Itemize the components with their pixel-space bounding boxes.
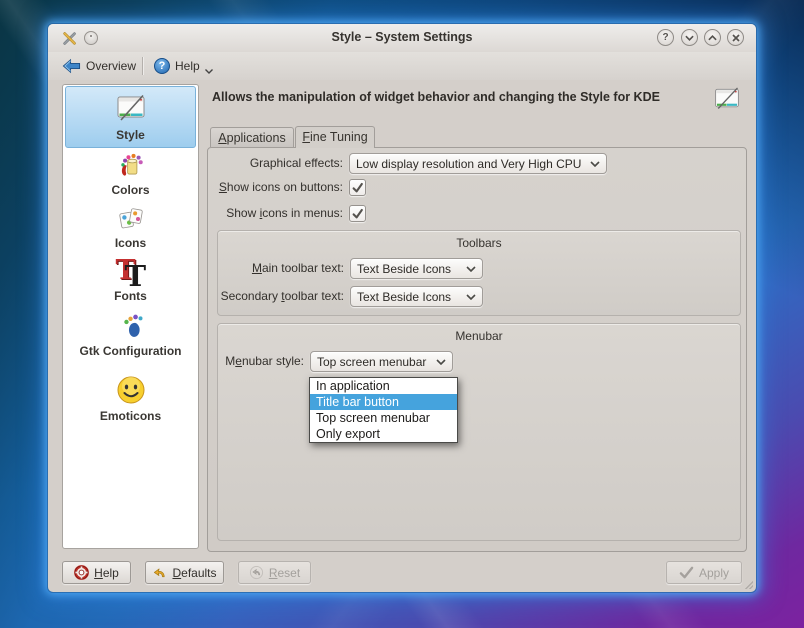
help-menu-button[interactable]: ? Help [148, 55, 219, 77]
tab-applications[interactable]: Applications [210, 127, 294, 147]
gnome-foot-icon [123, 314, 143, 337]
dropdown-item-title-bar-button[interactable]: Title bar button [310, 394, 457, 410]
icons-in-menus-checkbox[interactable] [349, 205, 366, 222]
reset-button[interactable]: Reset [238, 561, 311, 584]
undo-arrow-icon [249, 565, 263, 580]
chevron-down-icon [466, 265, 476, 272]
sidebar-item-label: Icons [114, 236, 147, 250]
menubar-style-dropdown-popup: In application Title bar button Top scre… [309, 377, 458, 443]
help-button-label: Help [94, 565, 119, 580]
icons-on-buttons-checkbox[interactable] [349, 179, 366, 196]
window-help-button[interactable]: ? [657, 29, 674, 46]
sidebar-item-label: Emoticons [99, 408, 162, 423]
dropdown-item-only-export[interactable]: Only export [310, 426, 457, 442]
window-title: Style – System Settings [331, 30, 473, 44]
chevron-down-icon [466, 293, 476, 300]
style-icon [117, 94, 144, 121]
sidebar-item-icons[interactable]: Icons [65, 202, 196, 254]
help-icon: ? [154, 58, 170, 74]
chevron-down-icon [436, 358, 446, 365]
overview-label: Overview [86, 59, 137, 73]
help-button[interactable]: Help [62, 561, 131, 584]
window-minimize-button[interactable] [681, 29, 698, 46]
defaults-button[interactable]: Defaults [145, 561, 224, 584]
main-toolbar-text-combobox[interactable]: Text Beside Icons [350, 258, 483, 279]
chevron-down-icon [204, 68, 213, 74]
system-settings-window: Style – System Settings ? Overview ? Hel… [48, 24, 756, 592]
sidebar-item-fonts[interactable]: TT Fonts [65, 255, 196, 307]
toolbar-separator [142, 57, 143, 75]
module-description: Allows the manipulation of widget behavi… [212, 90, 660, 104]
overview-button[interactable]: Overview [56, 55, 142, 77]
menubar-group-title: Menubar [455, 329, 503, 343]
category-sidebar: Style Colors Icons T T Fonts Gtk Configu… [62, 84, 199, 549]
sidebar-item-colors[interactable]: Colors [65, 149, 196, 201]
checkmark-icon [679, 566, 694, 579]
menubar-style-label: Menubar style: [225, 354, 304, 368]
checkmark-icon [352, 182, 363, 193]
fonts-icon: TT [115, 255, 147, 293]
graphical-effects-label: Graphical effects: [249, 156, 343, 170]
sidebar-item-label: Colors [111, 183, 150, 197]
lifebuoy-icon [74, 565, 90, 580]
icons-icon [118, 208, 143, 229]
toolbar: Overview ? Help [48, 52, 756, 80]
chevron-up-icon [708, 34, 717, 40]
menubar-groupbox: Menubar Menubar style: Top screen menuba… [217, 323, 741, 541]
smiley-icon [117, 376, 144, 403]
titlebar[interactable]: Style – System Settings ? [48, 24, 756, 52]
menubar-style-combobox[interactable]: Top screen menubar [310, 351, 453, 372]
undo-arrow-icon [154, 568, 166, 578]
main-toolbar-text-label: Main toolbar text: [251, 261, 344, 275]
defaults-button-label: Defaults [172, 565, 217, 580]
help-menu-label: Help [175, 59, 200, 73]
reset-button-label: Reset [268, 565, 301, 580]
tab-fine-tuning[interactable]: Fine Tuning [295, 126, 375, 148]
question-icon: ? [662, 31, 669, 43]
sidebar-item-gtk-configuration[interactable]: Gtk Configuration [65, 308, 196, 362]
icons-on-buttons-label: Show icons on buttons: [218, 180, 343, 194]
dropdown-item-in-application[interactable]: In application [310, 378, 457, 394]
toolbars-group-title: Toolbars [456, 236, 502, 250]
graphical-effects-combobox[interactable]: Low display resolution and Very High CPU [349, 153, 607, 174]
toolbars-groupbox: Toolbars Main toolbar text: Text Beside … [217, 230, 741, 316]
icons-in-menus-label: Show icons in menus: [226, 206, 343, 220]
chevron-down-icon [685, 35, 694, 41]
sidebar-item-emoticons[interactable]: Emoticons [65, 368, 196, 428]
style-preview-icon [715, 87, 739, 109]
back-arrow-icon [62, 58, 81, 74]
dropdown-item-top-screen-menubar[interactable]: Top screen menubar [310, 410, 457, 426]
checkmark-icon [352, 208, 363, 219]
close-icon [731, 33, 740, 42]
apply-button-label: Apply [698, 565, 730, 580]
colors-icon [120, 153, 143, 176]
secondary-toolbar-text-label: Secondary toolbar text: [220, 289, 344, 303]
sidebar-item-label: Gtk Configuration [79, 344, 182, 358]
fine-tuning-panel: Graphical effects: Low display resolutio… [207, 147, 747, 552]
secondary-toolbar-text-combobox[interactable]: Text Beside Icons [350, 286, 483, 307]
sidebar-item-label: Style [116, 127, 145, 142]
desktop-wallpaper: Style – System Settings ? Overview ? Hel… [0, 0, 804, 628]
window-close-button[interactable] [727, 29, 744, 46]
sidebar-item-style[interactable]: Style [65, 86, 196, 148]
window-maximize-button[interactable] [704, 29, 721, 46]
chevron-down-icon [590, 160, 600, 167]
resize-grip[interactable] [745, 581, 753, 589]
apply-button[interactable]: Apply [666, 561, 742, 584]
